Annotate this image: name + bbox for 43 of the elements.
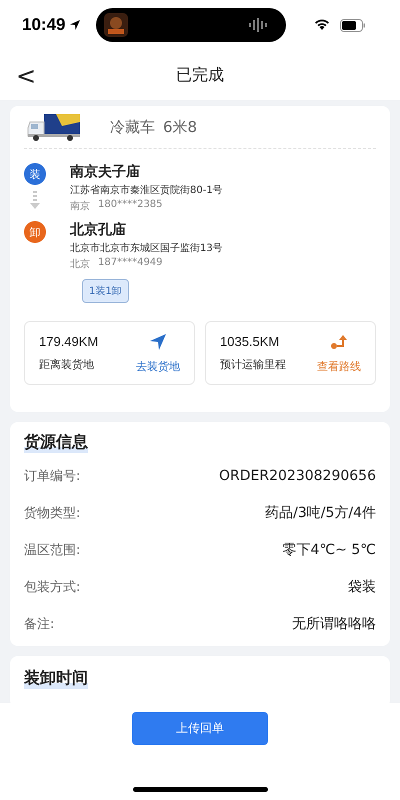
stop-city: 南京 (70, 200, 90, 213)
stop-badge: 装 (24, 163, 46, 185)
distance-label: 预计运输里程 (220, 357, 286, 372)
stop-count-tag: 1装1卸 (82, 279, 129, 303)
down-arrow-icon (30, 191, 40, 209)
stop-address: 江苏省南京市秦淮区贡院街80-1号 (70, 184, 223, 197)
stop-name: 南京夫子庙 (70, 163, 141, 181)
upload-receipt-button[interactable]: 上传回单 (132, 712, 268, 745)
navigation-arrow-icon (149, 332, 167, 350)
info-value: ORDER202308290656 (219, 468, 376, 484)
distance-action-link[interactable]: 查看路线 (317, 358, 361, 374)
info-value: 零下4℃~ 5℃ (282, 540, 376, 558)
distance-label: 距离装货地 (39, 357, 95, 372)
info-label: 订单编号: (24, 468, 80, 484)
status-time: 10:49 (22, 15, 66, 35)
distance-value: 1035.5KM (220, 334, 280, 349)
section-title: 货源信息 (24, 432, 88, 453)
stop-address: 北京市北京市东城区国子监街13号 (70, 242, 223, 255)
stop-badge: 卸 (24, 221, 46, 243)
location-arrow-icon (69, 19, 82, 31)
distance-action-link[interactable]: 去装货地 (136, 358, 180, 374)
info-label: 货物类型: (24, 504, 80, 522)
stop-name: 北京孔庙 (70, 221, 127, 239)
info-label: 温区范围: (24, 542, 80, 558)
audio-wave-icon (248, 18, 268, 32)
vehicle-length: 6米8 (163, 118, 198, 136)
vehicle-type: 冷藏车 (110, 118, 155, 136)
back-button[interactable]: < (10, 60, 42, 92)
stop-city: 北京 (70, 258, 90, 271)
truck-icon (26, 112, 82, 142)
info-label: 包装方式: (24, 578, 80, 596)
wifi-icon (314, 19, 330, 31)
page-title: 已完成 (176, 64, 224, 86)
info-value: 无所谓咯咯咯 (292, 614, 376, 632)
route-icon (330, 332, 348, 350)
section-title: 装卸时间 (24, 668, 88, 689)
stop-phone: 180****2385 (98, 199, 163, 212)
info-label: 备注: (24, 616, 54, 632)
battery-icon (340, 18, 366, 32)
stop-phone: 187****4949 (98, 257, 163, 270)
distance-value: 179.49KM (39, 334, 98, 349)
info-value: 药品/3吨/5方/4件 (265, 504, 376, 522)
info-value: 袋装 (348, 578, 376, 596)
